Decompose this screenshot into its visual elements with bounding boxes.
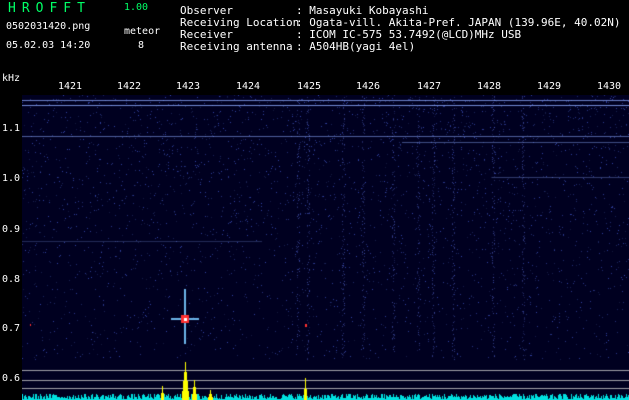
frequency-tick-label: 0.6 [2,373,21,384]
timestamp: 05.02.03 14:20 [6,40,91,51]
app-version: 1.00 [124,2,149,13]
time-tick-label: 1428 [477,81,502,92]
time-tick-label: 1427 [417,81,442,92]
frequency-tick-label: 0.7 [2,323,21,334]
time-tick-label: 1423 [176,81,201,92]
meteor-count: 8 [138,40,145,51]
frequency-unit-label: kHz [2,73,21,84]
location-value: : Ogata-vill. Akita-Pref. JAPAN (139.96E… [296,16,621,29]
observer-label: Observer [180,4,233,17]
time-tick-label: 1424 [236,81,261,92]
app-title: HROFFT [8,1,91,16]
time-tick-label: 1426 [356,81,381,92]
receiver-value: : ICOM IC-575 53.7492(@LCD)MHz USB [296,28,522,41]
time-tick-label: 1421 [58,81,83,92]
frequency-tick-label: 0.8 [2,274,21,285]
file-name: 0502031420.png [6,21,91,32]
frequency-tick-label: 0.9 [2,224,21,235]
time-tick-label: 1422 [117,81,142,92]
location-label: Receiving Location [180,16,300,29]
frequency-tick-label: 1.1 [2,123,21,134]
time-tick-label: 1425 [297,81,322,92]
observer-value: : Masayuki Kobayashi [296,4,429,17]
spectrogram-display [22,95,629,400]
time-tick-label: 1429 [537,81,562,92]
receiver-label: Receiver [180,28,233,41]
antenna-value: : A504HB(yagi 4el) [296,40,416,53]
hrofft-window: HROFFT 1.00 0502031420.png meteor 05.02.… [0,0,629,400]
antenna-label: Receiving antenna [180,40,293,53]
meteor-label: meteor [124,26,161,37]
frequency-tick-label: 1.0 [2,173,21,184]
time-tick-label: 1430 [597,81,622,92]
